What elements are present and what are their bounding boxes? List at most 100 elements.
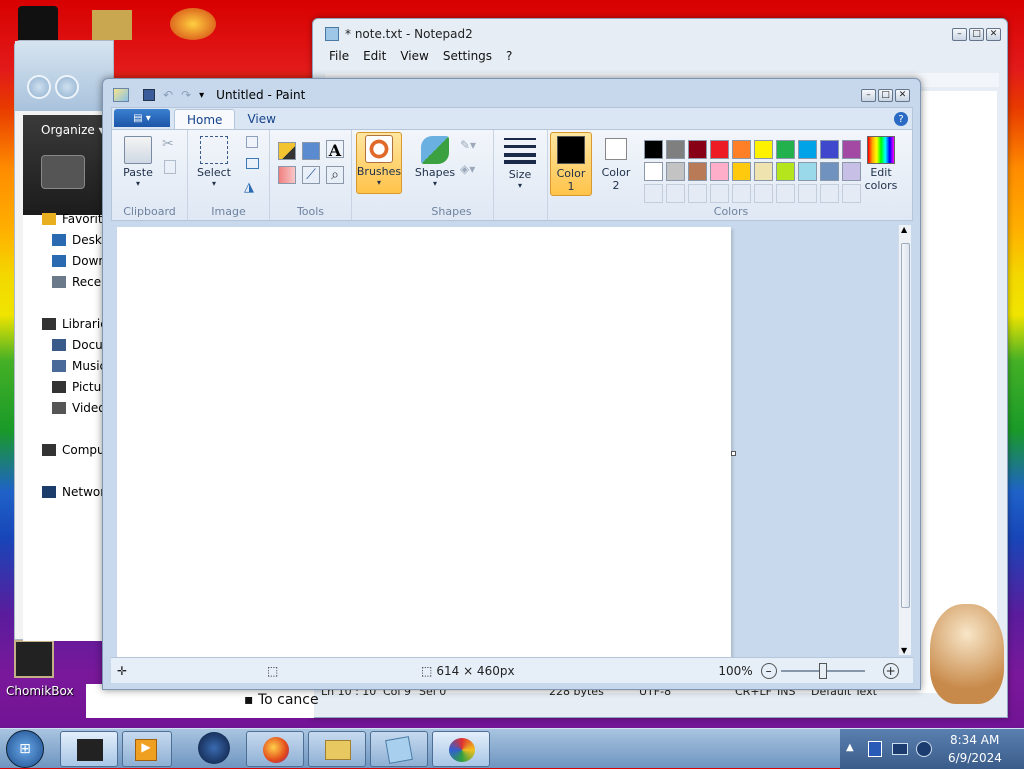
zoom-in-button[interactable]: + [882, 662, 899, 679]
help-icon[interactable]: ? [894, 112, 908, 126]
palette-color[interactable] [776, 140, 795, 159]
notepad-minimize-button[interactable]: – [952, 27, 967, 41]
brushes-button[interactable]: Brushes ▾ [356, 132, 402, 194]
tray-app-icon[interactable] [868, 741, 882, 757]
pencil-icon[interactable] [278, 142, 296, 160]
color2-button[interactable]: Color 2 [596, 135, 636, 192]
palette-color[interactable] [688, 140, 707, 159]
nav-item-recent[interactable]: Recent [52, 275, 103, 289]
palette-color[interactable] [666, 140, 685, 159]
palette-color[interactable] [776, 162, 795, 181]
palette-custom-slot[interactable] [666, 184, 685, 203]
start-button[interactable]: ⊞ [6, 730, 44, 768]
rotate-icon[interactable]: ◮ [244, 180, 262, 198]
desktop-icon-top-2[interactable] [92, 10, 132, 40]
taskbar-folder-button[interactable] [308, 731, 366, 767]
palette-color[interactable] [644, 140, 663, 159]
nav-item-music[interactable]: Music [52, 359, 103, 373]
palette-color[interactable] [798, 162, 817, 181]
scroll-thumb[interactable] [901, 243, 910, 608]
vertical-scrollbar[interactable]: ▲ ▼ [898, 225, 911, 655]
nav-item-downloads[interactable]: Downloads [52, 254, 103, 268]
desktop-icon-top-3[interactable] [170, 8, 216, 40]
forward-button[interactable] [55, 75, 79, 99]
drawing-canvas[interactable] [117, 227, 731, 657]
palette-color[interactable] [732, 140, 751, 159]
nav-item-libraries[interactable]: Libraries [42, 317, 103, 331]
fill-shape-icon[interactable]: ◈▾ [460, 162, 478, 180]
magnifier-icon[interactable]: ⌕ [326, 166, 344, 184]
palette-custom-slot[interactable] [798, 184, 817, 203]
undo-icon[interactable]: ↶ [163, 88, 173, 102]
tab-view[interactable]: View [235, 109, 287, 129]
canvas-resize-handle[interactable] [731, 451, 736, 456]
nav-item-videos[interactable]: Videos [52, 401, 103, 415]
cut-icon[interactable]: ✂ [162, 136, 180, 154]
taskbar-notepad-button[interactable] [370, 731, 428, 767]
tray-expand-icon[interactable]: ▲ [846, 742, 854, 753]
paint-close-button[interactable]: ✕ [895, 88, 910, 102]
paint-window[interactable]: ↶ ↷ ▾ Untitled - Paint – □ ✕ ▤ ▾ Home Vi… [102, 78, 921, 690]
palette-custom-slot[interactable] [710, 184, 729, 203]
palette-color[interactable] [666, 162, 685, 181]
crop-icon[interactable] [246, 136, 258, 148]
organize-button[interactable]: Organize ▾ [41, 123, 105, 137]
notepad-menu-view[interactable]: View [400, 49, 428, 67]
zoom-slider[interactable] [780, 662, 865, 679]
nav-item-favorites[interactable]: Favorites [42, 212, 103, 226]
select-button[interactable]: Select ▾ [196, 136, 232, 188]
palette-color[interactable] [644, 162, 663, 181]
outline-icon[interactable]: ✎▾ [460, 138, 478, 156]
palette-color[interactable] [754, 140, 773, 159]
notepad-menu-file[interactable]: File [329, 49, 349, 67]
taskbar-media-button[interactable]: ▶ [122, 731, 172, 767]
shapes-button[interactable]: Shapes ▾ [414, 136, 456, 188]
palette-color[interactable] [732, 162, 751, 181]
palette-color[interactable] [710, 162, 729, 181]
notepad-menu-help[interactable]: ? [506, 49, 512, 67]
paint-minimize-button[interactable]: – [861, 88, 876, 102]
scroll-down-icon[interactable]: ▼ [901, 646, 907, 655]
desktop-icon-chomikbox[interactable] [14, 640, 54, 678]
save-icon[interactable] [143, 89, 155, 101]
nav-item-computer[interactable]: Computer [42, 443, 103, 457]
palette-custom-slot[interactable] [732, 184, 751, 203]
palette-color[interactable] [754, 162, 773, 181]
clock-date[interactable]: 6/9/2024 [948, 751, 1002, 765]
notepad-menu-settings[interactable]: Settings [443, 49, 492, 67]
redo-icon[interactable]: ↷ [181, 88, 191, 102]
taskbar-firefox-button[interactable] [246, 731, 304, 767]
notepad-menu-edit[interactable]: Edit [363, 49, 386, 67]
back-button[interactable] [27, 75, 51, 99]
palette-color[interactable] [820, 162, 839, 181]
palette-color[interactable] [798, 140, 817, 159]
scroll-up-icon[interactable]: ▲ [901, 225, 907, 234]
taskbar-globe-button[interactable] [198, 732, 230, 764]
fill-icon[interactable] [302, 142, 320, 160]
nav-item-network[interactable]: Network [42, 485, 103, 499]
paste-button[interactable]: Paste ▾ [118, 136, 158, 188]
text-icon[interactable]: A [326, 140, 344, 160]
taskbar-paint-button[interactable] [432, 731, 490, 767]
quick-access-dropdown-icon[interactable]: ▾ [199, 90, 204, 101]
nav-item-pictures[interactable]: Pictures [52, 380, 103, 394]
paint-menu-button[interactable]: ▤ ▾ [114, 109, 170, 127]
nav-item-documents[interactable]: Documents [52, 338, 103, 352]
clock-time[interactable]: 8:34 AM [950, 733, 999, 747]
notepad-close-button[interactable]: ✕ [986, 27, 1001, 41]
copy-icon[interactable] [164, 160, 176, 174]
notepad-titlebar[interactable]: * note.txt - Notepad2 – □ ✕ [313, 19, 1007, 49]
eraser-icon[interactable] [278, 166, 296, 184]
palette-custom-slot[interactable] [754, 184, 773, 203]
nav-item-desktop[interactable]: Desktop [52, 233, 103, 247]
color1-button[interactable]: Color 1 [550, 132, 592, 196]
palette-color[interactable] [710, 140, 729, 159]
edit-colors-button[interactable]: Edit colors [858, 136, 904, 192]
palette-custom-slot[interactable] [820, 184, 839, 203]
volume-icon[interactable] [916, 741, 932, 757]
size-button[interactable]: Size ▾ [500, 138, 540, 190]
palette-color[interactable] [688, 162, 707, 181]
notepad-maximize-button[interactable]: □ [969, 27, 984, 41]
zoom-slider-thumb[interactable] [818, 662, 827, 679]
network-tray-icon[interactable] [892, 743, 908, 755]
